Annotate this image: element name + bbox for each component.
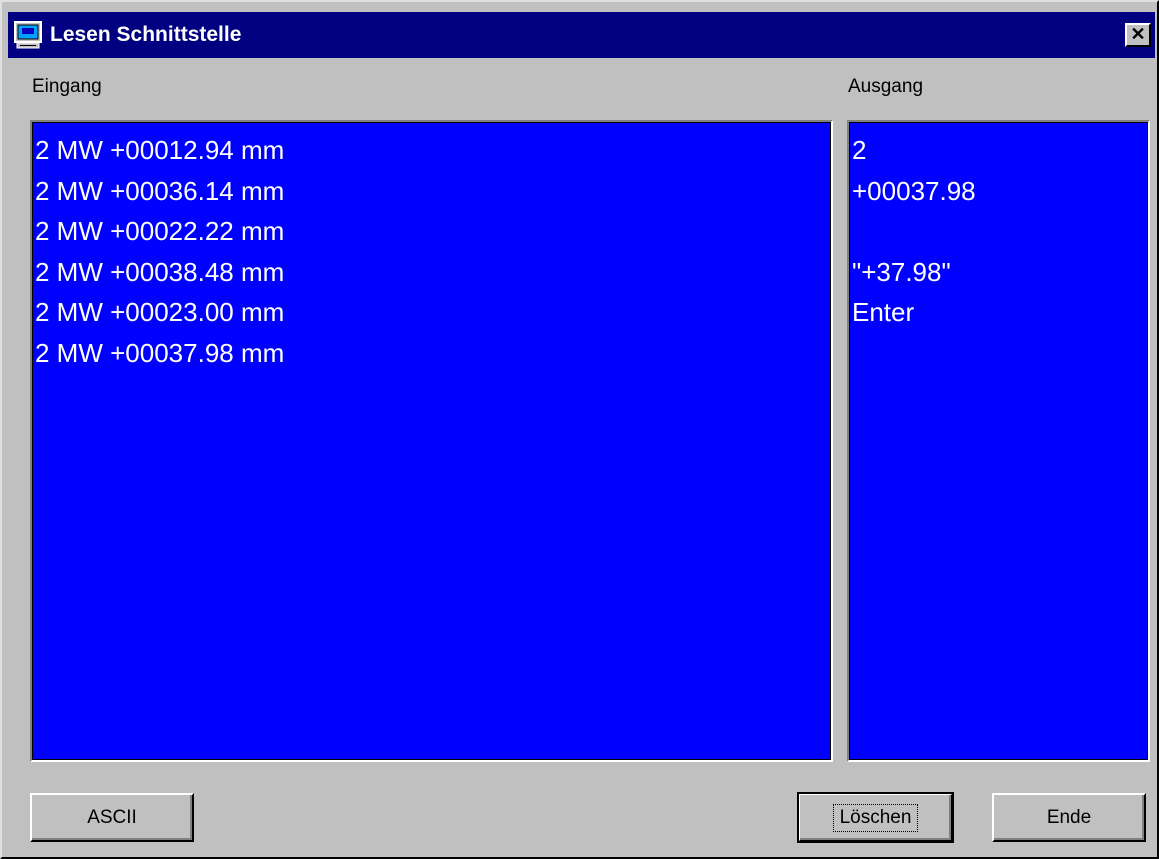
eingang-textarea[interactable]: 2 MW +00012.94 mm 2 MW +00036.14 mm 2 MW… bbox=[30, 120, 833, 762]
title-bar[interactable]: Lesen Schnittstelle ✕ bbox=[8, 12, 1155, 58]
monitor-icon bbox=[14, 21, 42, 49]
eingang-line: 2 MW +00022.22 mm bbox=[35, 216, 285, 246]
ende-button-label: Ende bbox=[1046, 806, 1092, 828]
eingang-label: Eingang bbox=[32, 76, 102, 97]
eingang-line: 2 MW +00023.00 mm bbox=[35, 297, 285, 327]
ende-button[interactable]: Ende bbox=[992, 793, 1146, 842]
ausgang-textarea[interactable]: 2 +00037.98 "+37.98" Enter bbox=[847, 120, 1150, 762]
ausgang-line bbox=[852, 211, 1148, 252]
window-title: Lesen Schnittstelle bbox=[50, 23, 242, 46]
eingang-line: 2 MW +00038.48 mm bbox=[35, 256, 285, 287]
ascii-button[interactable]: ASCII bbox=[30, 793, 194, 842]
ausgang-line: Enter bbox=[852, 297, 915, 327]
ausgang-line: +00037.98 bbox=[852, 175, 976, 206]
ausgang-label: Ausgang bbox=[848, 76, 924, 97]
ausgang-line: "+37.98" bbox=[852, 256, 951, 287]
loeschen-button-label: Löschen bbox=[832, 803, 919, 832]
eingang-line: 2 MW +00012.94 mm bbox=[35, 135, 285, 165]
ascii-button-label: ASCII bbox=[87, 806, 137, 828]
eingang-line: 2 MW +00037.98 mm bbox=[35, 337, 285, 368]
ausgang-line: 2 bbox=[852, 135, 867, 165]
eingang-line: 2 MW +00036.14 mm bbox=[35, 175, 285, 206]
close-button[interactable]: ✕ bbox=[1125, 23, 1151, 47]
dialog-window: Lesen Schnittstelle ✕ Eingang Ausgang 2 … bbox=[0, 0, 1159, 859]
loeschen-button[interactable]: Löschen bbox=[797, 792, 954, 843]
